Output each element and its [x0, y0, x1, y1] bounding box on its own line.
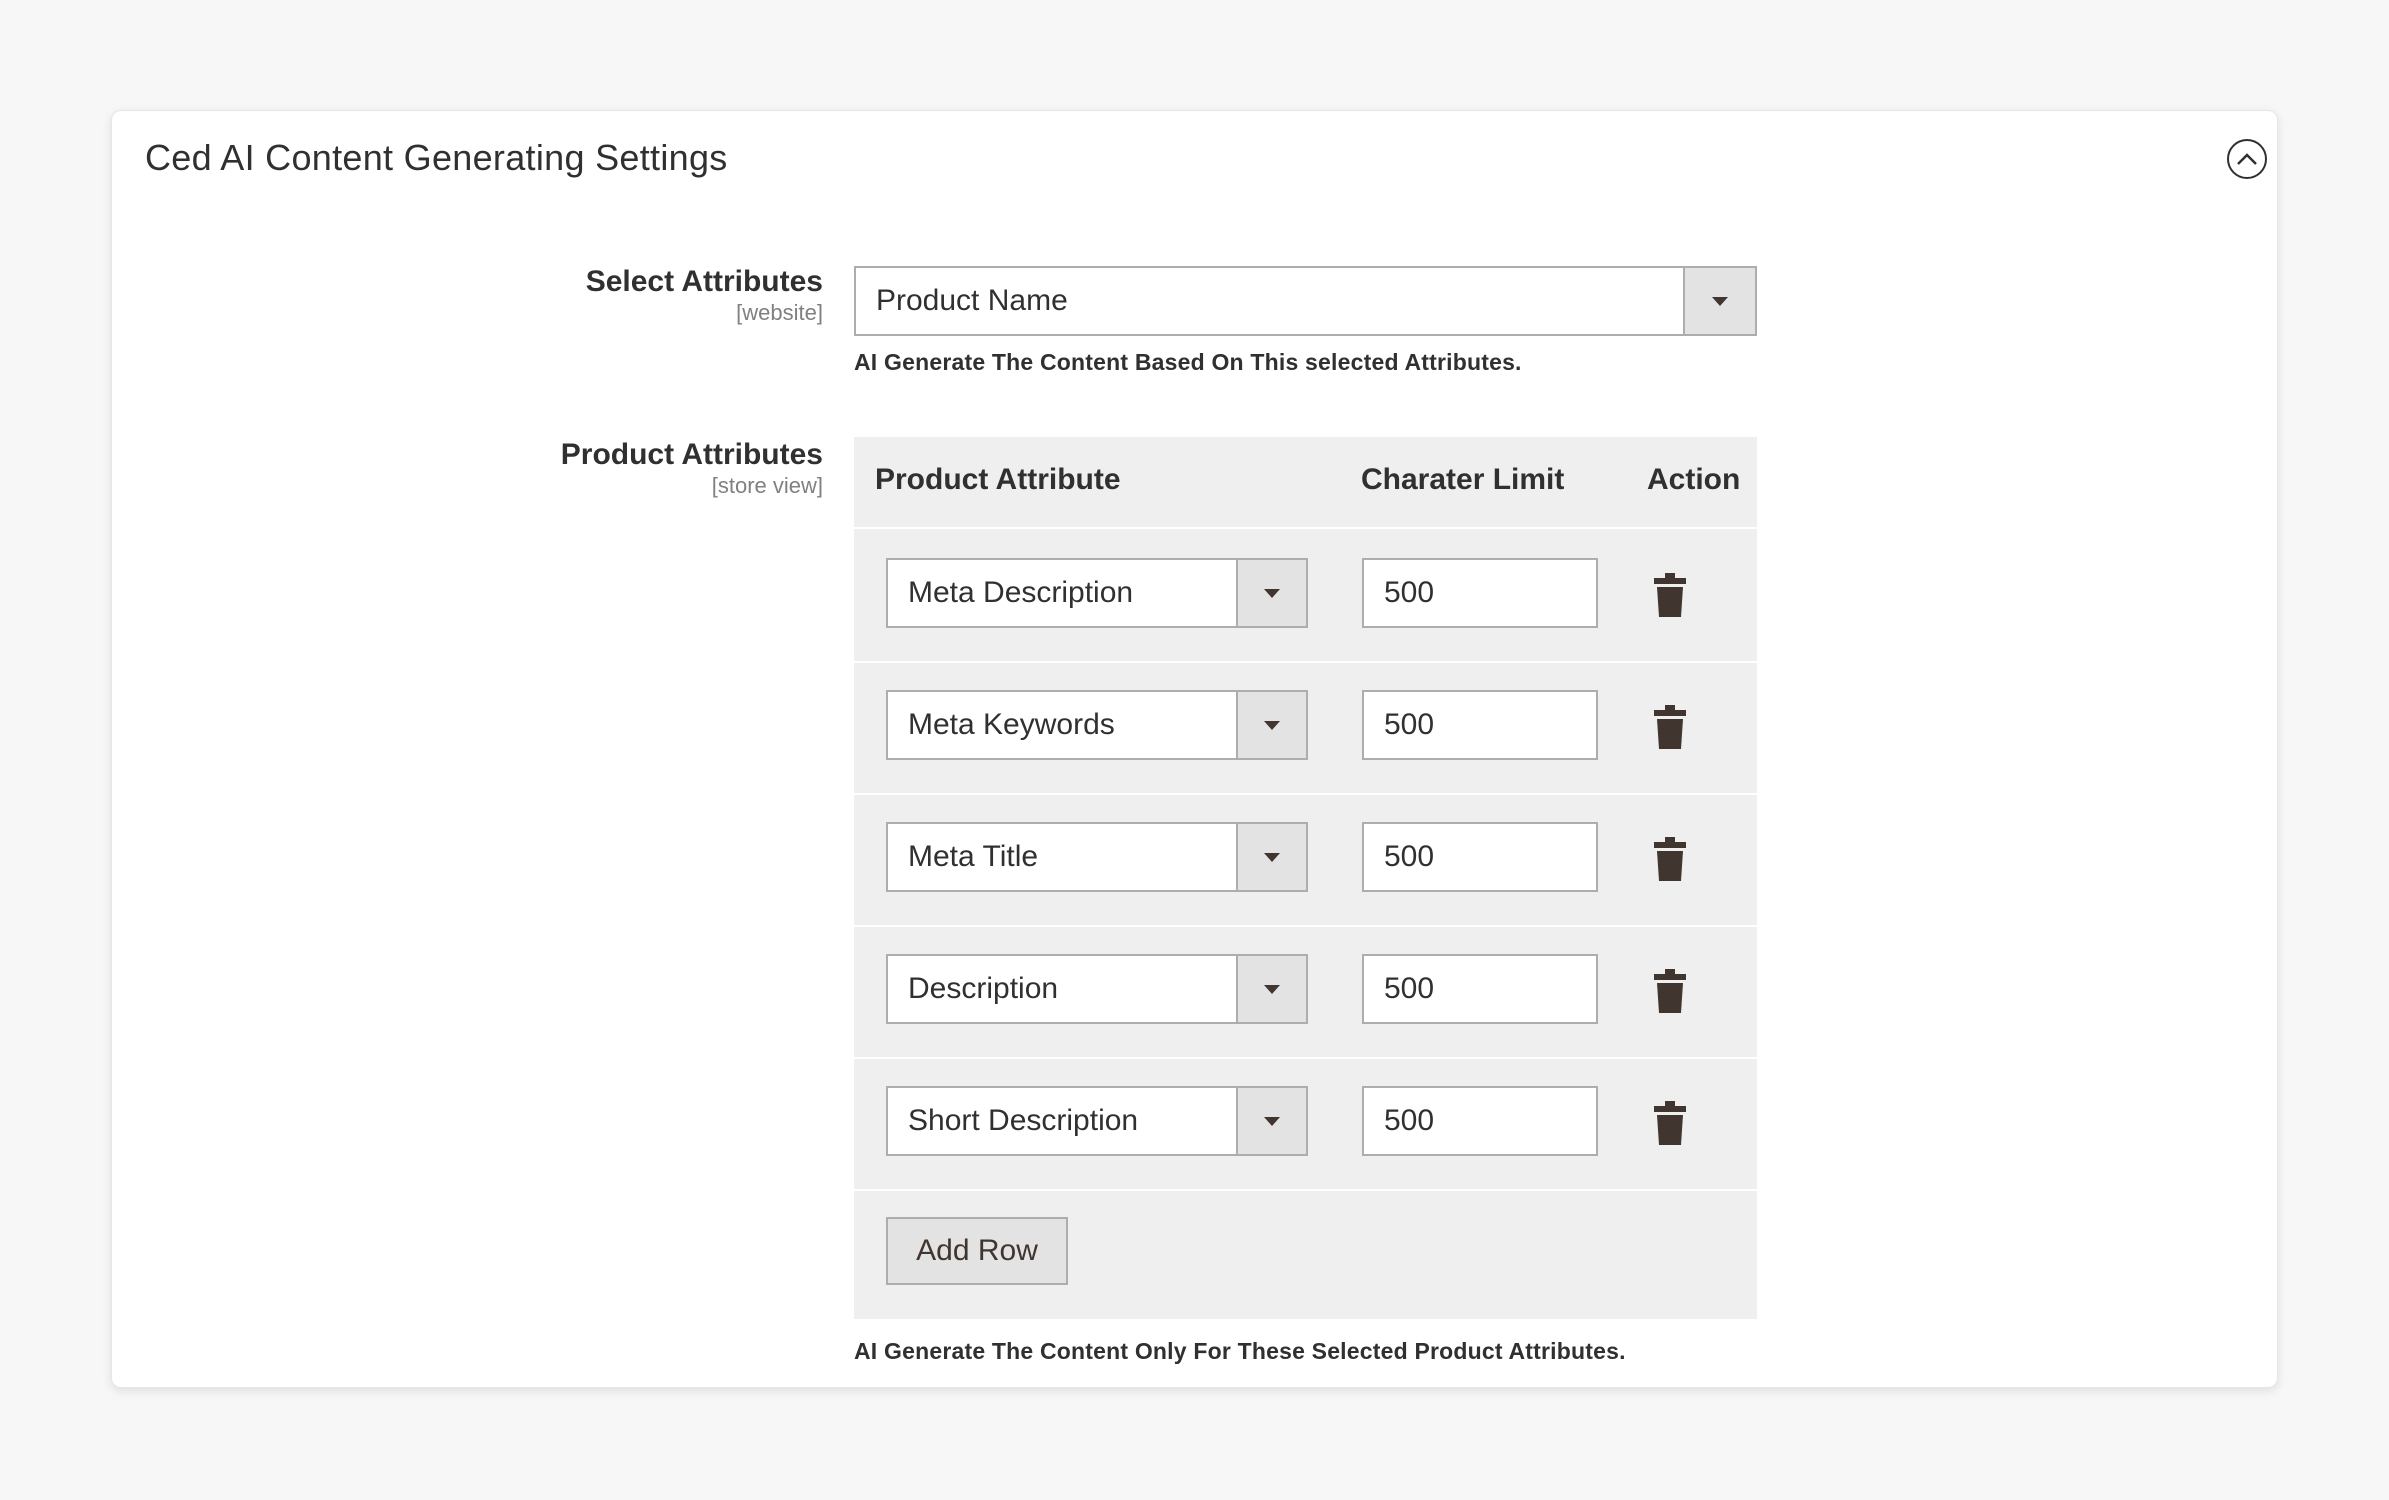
header-action: Action — [1647, 463, 1741, 496]
dropdown-toggle[interactable] — [1236, 560, 1306, 626]
character-limit-input[interactable] — [1362, 1086, 1598, 1156]
table-row: Meta Description — [854, 531, 1757, 663]
triangle-down-icon — [1264, 984, 1280, 994]
character-limit-input[interactable] — [1362, 822, 1598, 892]
dropdown-toggle[interactable] — [1236, 1088, 1306, 1154]
product-attributes-label: Product Attributes — [560, 438, 823, 471]
trash-icon[interactable] — [1654, 573, 1686, 617]
header-character-limit: Charater Limit — [1361, 463, 1565, 496]
dropdown-toggle[interactable] — [1236, 692, 1306, 758]
header-product-attribute: Product Attribute — [875, 463, 1121, 496]
select-attributes-label: Select Attributes — [585, 265, 823, 298]
dropdown-toggle[interactable] — [1236, 824, 1306, 890]
triangle-down-icon — [1264, 588, 1280, 598]
table-row: Meta Keywords — [854, 663, 1757, 795]
attribute-value: Description — [908, 972, 1059, 1005]
attribute-dropdown[interactable]: Meta Description — [886, 558, 1308, 628]
attribute-value: Meta Description — [908, 576, 1134, 609]
trash-icon[interactable] — [1654, 837, 1686, 881]
trash-icon[interactable] — [1654, 705, 1686, 749]
character-limit-input[interactable] — [1362, 558, 1598, 628]
attribute-value: Short Description — [908, 1104, 1139, 1137]
attribute-dropdown[interactable]: Description — [886, 954, 1308, 1024]
panel-title: Ced AI Content Generating Settings — [145, 137, 728, 178]
settings-panel: Ced AI Content Generating Settings Selec… — [111, 110, 2278, 1388]
grid-header: Product Attribute Charater Limit Action — [854, 437, 1757, 529]
dropdown-toggle[interactable] — [1683, 268, 1755, 334]
triangle-down-icon — [1264, 852, 1280, 862]
character-limit-input[interactable] — [1362, 954, 1598, 1024]
product-attributes-scope: [store view] — [711, 473, 823, 498]
attribute-value: Meta Keywords — [908, 708, 1115, 741]
add-row-button[interactable]: Add Row — [886, 1217, 1068, 1285]
attribute-value: Meta Title — [908, 840, 1039, 873]
triangle-down-icon — [1712, 296, 1728, 306]
select-attributes-note: AI Generate The Content Based On This se… — [854, 349, 1522, 375]
triangle-down-icon — [1264, 720, 1280, 730]
table-row: Description — [854, 927, 1757, 1059]
product-attributes-grid: Product Attribute Charater Limit Action … — [854, 437, 1757, 1319]
trash-icon[interactable] — [1654, 969, 1686, 1013]
product-attributes-note: AI Generate The Content Only For These S… — [854, 1338, 1626, 1364]
add-row-area: Add Row — [854, 1189, 1757, 1319]
select-attributes-scope: [website] — [736, 300, 823, 325]
select-attributes-value: Product Name — [876, 284, 1068, 317]
attribute-dropdown[interactable]: Short Description — [886, 1086, 1308, 1156]
character-limit-input[interactable] — [1362, 690, 1598, 760]
table-row: Meta Title — [854, 795, 1757, 927]
collapse-button[interactable] — [2227, 139, 2267, 179]
table-row: Short Description — [854, 1059, 1757, 1191]
dropdown-toggle[interactable] — [1236, 956, 1306, 1022]
trash-icon[interactable] — [1654, 1101, 1686, 1145]
attribute-dropdown[interactable]: Meta Title — [886, 822, 1308, 892]
attribute-dropdown[interactable]: Meta Keywords — [886, 690, 1308, 760]
triangle-down-icon — [1264, 1116, 1280, 1126]
chevron-up-icon — [2237, 153, 2257, 165]
select-attributes-dropdown[interactable]: Product Name — [854, 266, 1757, 336]
